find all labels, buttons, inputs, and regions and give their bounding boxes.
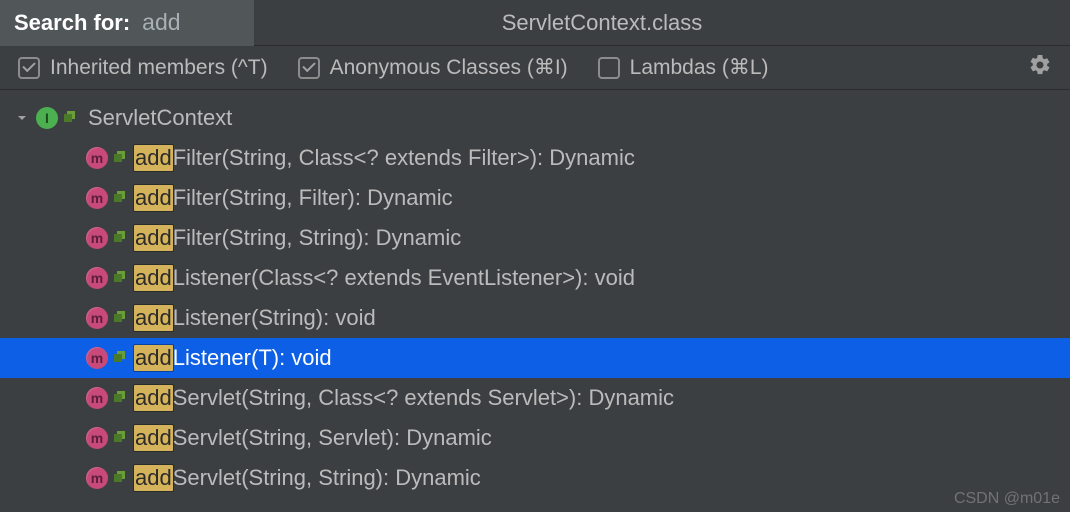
tree-member[interactable]: m addListener(String): void xyxy=(0,298,1070,338)
lambdas-checkbox[interactable]: Lambdas (⌘L) xyxy=(598,55,769,80)
checkbox-label: Anonymous Classes (⌘I) xyxy=(330,55,568,80)
public-modifier-icon xyxy=(114,191,128,205)
tree-member[interactable]: m addServlet(String, Servlet): Dynamic xyxy=(0,418,1070,458)
tree-member[interactable]: m addListener(T): void xyxy=(0,338,1070,378)
checkbox-icon xyxy=(18,57,40,79)
public-modifier-icon xyxy=(114,271,128,285)
member-signature: addListener(T): void xyxy=(134,345,332,371)
search-highlight: add xyxy=(134,145,173,171)
search-highlight: add xyxy=(134,425,173,451)
public-modifier-icon xyxy=(114,471,128,485)
tree-root[interactable]: I ServletContext xyxy=(0,98,1070,138)
checkbox-icon xyxy=(598,57,620,79)
tree-member[interactable]: m addFilter(String, Filter): Dynamic xyxy=(0,178,1070,218)
search-highlight: add xyxy=(134,465,173,491)
method-icon: m xyxy=(86,147,108,169)
search-highlight: add xyxy=(134,305,173,331)
search-highlight: add xyxy=(134,225,173,251)
public-modifier-icon xyxy=(114,231,128,245)
member-signature: addFilter(String, String): Dynamic xyxy=(134,225,461,251)
search-highlight: add xyxy=(134,385,173,411)
chevron-down-icon[interactable] xyxy=(16,106,30,130)
interface-icon: I xyxy=(36,107,58,129)
search-highlight: add xyxy=(134,345,173,371)
search-highlight: add xyxy=(134,185,173,211)
tree-member[interactable]: m addFilter(String, Class<? extends Filte… xyxy=(0,138,1070,178)
member-signature: addFilter(String, Class<? extends Filter… xyxy=(134,145,635,171)
checkbox-label: Lambdas (⌘L) xyxy=(630,55,769,80)
search-highlight: add xyxy=(134,265,173,291)
method-icon: m xyxy=(86,307,108,329)
method-icon: m xyxy=(86,267,108,289)
method-icon: m xyxy=(86,467,108,489)
public-modifier-icon xyxy=(114,351,128,365)
member-signature: addFilter(String, Filter): Dynamic xyxy=(134,185,453,211)
member-signature: addServlet(String, Class<? extends Servl… xyxy=(134,385,674,411)
public-modifier-icon xyxy=(64,111,78,125)
anonymous-classes-checkbox[interactable]: Anonymous Classes (⌘I) xyxy=(298,55,568,80)
method-icon: m xyxy=(86,387,108,409)
gear-icon[interactable] xyxy=(1028,53,1052,83)
member-signature: addListener(String): void xyxy=(134,305,376,331)
tree-member[interactable]: m addListener(Class<? extends EventListen… xyxy=(0,258,1070,298)
search-label: Search for: xyxy=(14,10,130,36)
checkbox-label: Inherited members (^T) xyxy=(50,56,268,80)
member-signature: addServlet(String, String): Dynamic xyxy=(134,465,481,491)
inherited-members-checkbox[interactable]: Inherited members (^T) xyxy=(18,56,268,80)
method-icon: m xyxy=(86,187,108,209)
member-signature: addServlet(String, Servlet): Dynamic xyxy=(134,425,492,451)
tree-member[interactable]: m addServlet(String, Class<? extends Serv… xyxy=(0,378,1070,418)
root-name: ServletContext xyxy=(88,105,232,131)
method-icon: m xyxy=(86,427,108,449)
options-bar: Inherited members (^T) Anonymous Classes… xyxy=(0,46,1070,90)
method-icon: m xyxy=(86,227,108,249)
watermark: CSDN @m01e xyxy=(954,490,1060,508)
public-modifier-icon xyxy=(114,431,128,445)
public-modifier-icon xyxy=(114,311,128,325)
method-icon: m xyxy=(86,347,108,369)
tree-member[interactable]: m addFilter(String, String): Dynamic xyxy=(0,218,1070,258)
checkbox-icon xyxy=(298,57,320,79)
public-modifier-icon xyxy=(114,391,128,405)
titlebar: Search for: add ServletContext.class xyxy=(0,0,1070,46)
window-title: ServletContext.class xyxy=(134,10,1070,36)
member-signature: addListener(Class<? extends EventListene… xyxy=(134,265,635,291)
tree-member[interactable]: m addServlet(String, String): Dynamic xyxy=(0,458,1070,498)
public-modifier-icon xyxy=(114,151,128,165)
structure-tree: I ServletContext m addFilter(String, Clas… xyxy=(0,90,1070,498)
